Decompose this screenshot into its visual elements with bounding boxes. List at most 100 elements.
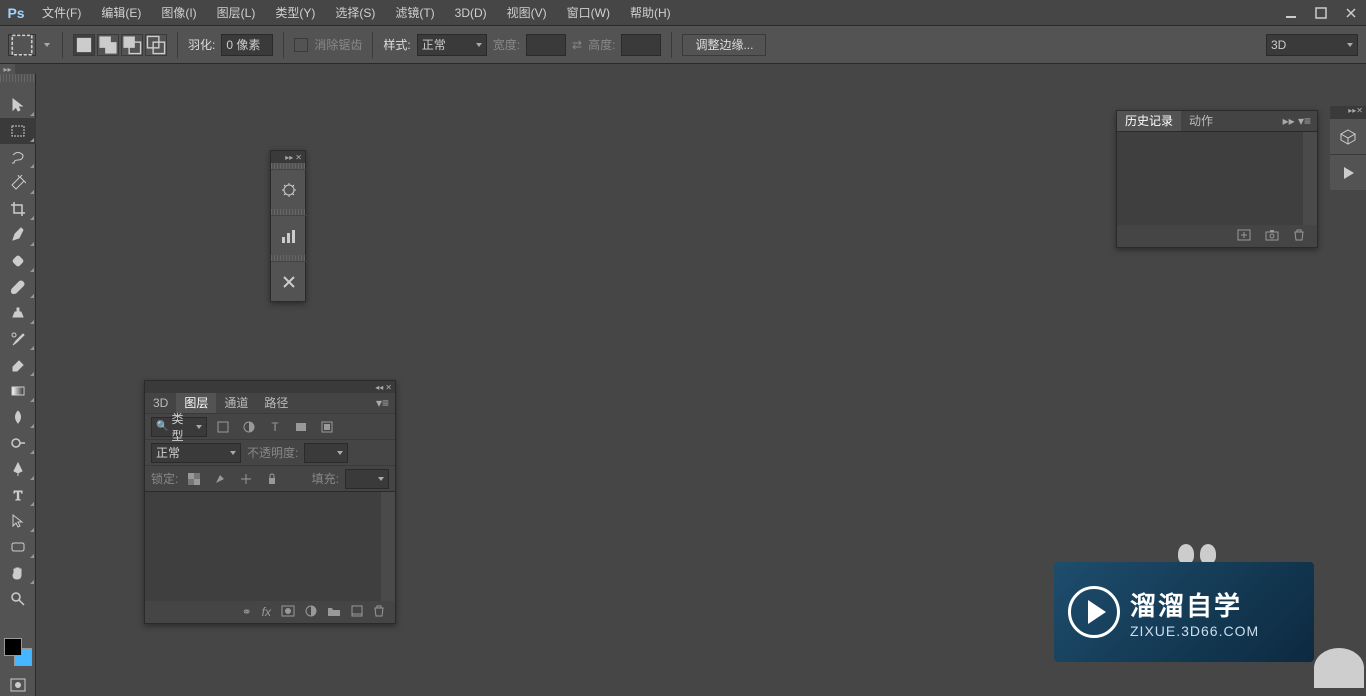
color-swatch[interactable] bbox=[0, 636, 36, 672]
feather-input[interactable] bbox=[221, 34, 273, 56]
menu-layer[interactable]: 图层(L) bbox=[207, 1, 266, 25]
mini-panel-button-3[interactable] bbox=[271, 261, 307, 301]
style-label: 样式: bbox=[383, 36, 410, 53]
eyedropper-tool[interactable] bbox=[0, 222, 36, 248]
dock-play-icon[interactable] bbox=[1330, 154, 1366, 190]
menu-3d[interactable]: 3D(D) bbox=[445, 1, 497, 25]
zoom-tool[interactable] bbox=[0, 586, 36, 612]
close-icon[interactable]: ✕ bbox=[1356, 106, 1363, 118]
refine-edge-button[interactable]: 调整边缘... bbox=[682, 34, 766, 56]
create-document-icon[interactable] bbox=[1237, 229, 1251, 244]
active-tool-preset[interactable] bbox=[8, 34, 36, 56]
toolbar-collapse-tab[interactable]: ▸▸ bbox=[0, 64, 15, 74]
move-tool[interactable] bbox=[0, 92, 36, 118]
gradient-tool[interactable] bbox=[0, 378, 36, 404]
layer-fx-icon[interactable]: fx bbox=[262, 605, 271, 619]
menu-image[interactable]: 图像(I) bbox=[151, 1, 206, 25]
blend-mode-select[interactable]: 正常 bbox=[151, 443, 241, 463]
filter-type-icon[interactable]: T bbox=[265, 417, 285, 437]
opacity-input[interactable] bbox=[304, 443, 348, 463]
menu-type[interactable]: 类型(Y) bbox=[265, 1, 325, 25]
group-icon[interactable] bbox=[327, 605, 341, 620]
selection-new[interactable] bbox=[73, 34, 95, 56]
antialias-checkbox[interactable] bbox=[294, 38, 308, 52]
hand-tool[interactable] bbox=[0, 560, 36, 586]
filter-shape-icon[interactable] bbox=[291, 417, 311, 437]
panel-header[interactable]: ◂◂✕ bbox=[145, 381, 395, 393]
tab-actions[interactable]: 动作 bbox=[1181, 111, 1221, 131]
magic-wand-tool[interactable] bbox=[0, 170, 36, 196]
lasso-tool[interactable] bbox=[0, 144, 36, 170]
collapse-icon[interactable]: ▸▸ bbox=[1348, 106, 1356, 118]
menu-edit[interactable]: 编辑(E) bbox=[91, 1, 151, 25]
history-brush-tool[interactable] bbox=[0, 326, 36, 352]
minimize-button[interactable] bbox=[1276, 2, 1306, 24]
type-tool[interactable]: T bbox=[0, 482, 36, 508]
panel-header[interactable]: ▸▸✕ bbox=[271, 151, 305, 163]
dock-header[interactable]: ▸▸ ✕ bbox=[1330, 106, 1366, 118]
mini-panel-button-1[interactable] bbox=[271, 169, 307, 209]
selection-add[interactable] bbox=[97, 34, 119, 56]
adjustment-layer-icon[interactable] bbox=[305, 605, 317, 620]
filter-adjustment-icon[interactable] bbox=[239, 417, 259, 437]
scrollbar[interactable] bbox=[1303, 132, 1317, 225]
menu-filter[interactable]: 滤镜(T) bbox=[385, 1, 444, 25]
lock-transparent-icon[interactable] bbox=[184, 469, 204, 489]
tool-preset-dropdown[interactable] bbox=[42, 34, 52, 56]
tab-history[interactable]: 历史记录 bbox=[1117, 111, 1181, 131]
tab-channels[interactable]: 通道 bbox=[216, 393, 256, 413]
spot-healing-tool[interactable] bbox=[0, 248, 36, 274]
close-button[interactable] bbox=[1336, 2, 1366, 24]
new-layer-icon[interactable] bbox=[351, 605, 363, 620]
history-list[interactable] bbox=[1117, 131, 1317, 225]
tab-paths[interactable]: 路径 bbox=[256, 393, 296, 413]
crop-tool[interactable] bbox=[0, 196, 36, 222]
foreground-color[interactable] bbox=[4, 638, 22, 656]
dock-3d-icon[interactable] bbox=[1330, 118, 1366, 154]
layers-list[interactable] bbox=[145, 491, 395, 601]
mascot-icon bbox=[1314, 648, 1364, 688]
panel-grip[interactable] bbox=[0, 74, 35, 82]
style-select[interactable]: 正常 bbox=[417, 34, 487, 56]
lock-pixels-icon[interactable] bbox=[210, 469, 230, 489]
link-layers-icon[interactable]: ⚭ bbox=[242, 605, 252, 619]
menu-file[interactable]: 文件(F) bbox=[32, 1, 91, 25]
blur-tool[interactable] bbox=[0, 404, 36, 430]
layer-filter-type[interactable]: 🔍类型 bbox=[151, 417, 207, 437]
collapse-icon[interactable]: ◂◂ bbox=[375, 383, 383, 392]
delete-layer-icon[interactable] bbox=[373, 605, 385, 620]
close-icon[interactable]: ✕ bbox=[295, 153, 302, 162]
menu-help[interactable]: 帮助(H) bbox=[620, 1, 681, 25]
scrollbar[interactable] bbox=[381, 492, 395, 601]
selection-intersect[interactable] bbox=[145, 34, 167, 56]
panel-menu-icon[interactable]: ▸▸ ▾≡ bbox=[1277, 114, 1317, 128]
panel-menu-icon[interactable]: ▾≡ bbox=[370, 396, 395, 410]
rectangular-marquee-tool[interactable] bbox=[0, 118, 36, 144]
menu-view[interactable]: 视图(V) bbox=[497, 1, 557, 25]
delete-state-icon[interactable] bbox=[1293, 229, 1305, 244]
pen-tool[interactable] bbox=[0, 456, 36, 482]
snapshot-icon[interactable] bbox=[1265, 229, 1279, 244]
clone-stamp-tool[interactable] bbox=[0, 300, 36, 326]
rectangle-tool[interactable] bbox=[0, 534, 36, 560]
lock-position-icon[interactable] bbox=[236, 469, 256, 489]
collapse-icon[interactable]: ▸▸ bbox=[285, 153, 293, 162]
fill-input[interactable] bbox=[345, 469, 389, 489]
eraser-tool[interactable] bbox=[0, 352, 36, 378]
maximize-button[interactable] bbox=[1306, 2, 1336, 24]
brush-tool[interactable] bbox=[0, 274, 36, 300]
lock-all-icon[interactable] bbox=[262, 469, 282, 489]
menu-window[interactable]: 窗口(W) bbox=[557, 1, 620, 25]
close-icon[interactable]: ✕ bbox=[385, 383, 392, 392]
mini-panel-button-2[interactable] bbox=[271, 215, 307, 255]
quick-mask-toggle[interactable] bbox=[0, 674, 36, 696]
filter-smart-icon[interactable] bbox=[317, 417, 337, 437]
path-selection-tool[interactable] bbox=[0, 508, 36, 534]
dodge-tool[interactable] bbox=[0, 430, 36, 456]
layer-mask-icon[interactable] bbox=[281, 605, 295, 620]
filter-pixel-icon[interactable] bbox=[213, 417, 233, 437]
selection-subtract[interactable] bbox=[121, 34, 143, 56]
menu-select[interactable]: 选择(S) bbox=[325, 1, 385, 25]
workspace-switcher[interactable]: 3D bbox=[1266, 34, 1358, 56]
swap-wh-icon[interactable]: ⇄ bbox=[572, 38, 582, 52]
